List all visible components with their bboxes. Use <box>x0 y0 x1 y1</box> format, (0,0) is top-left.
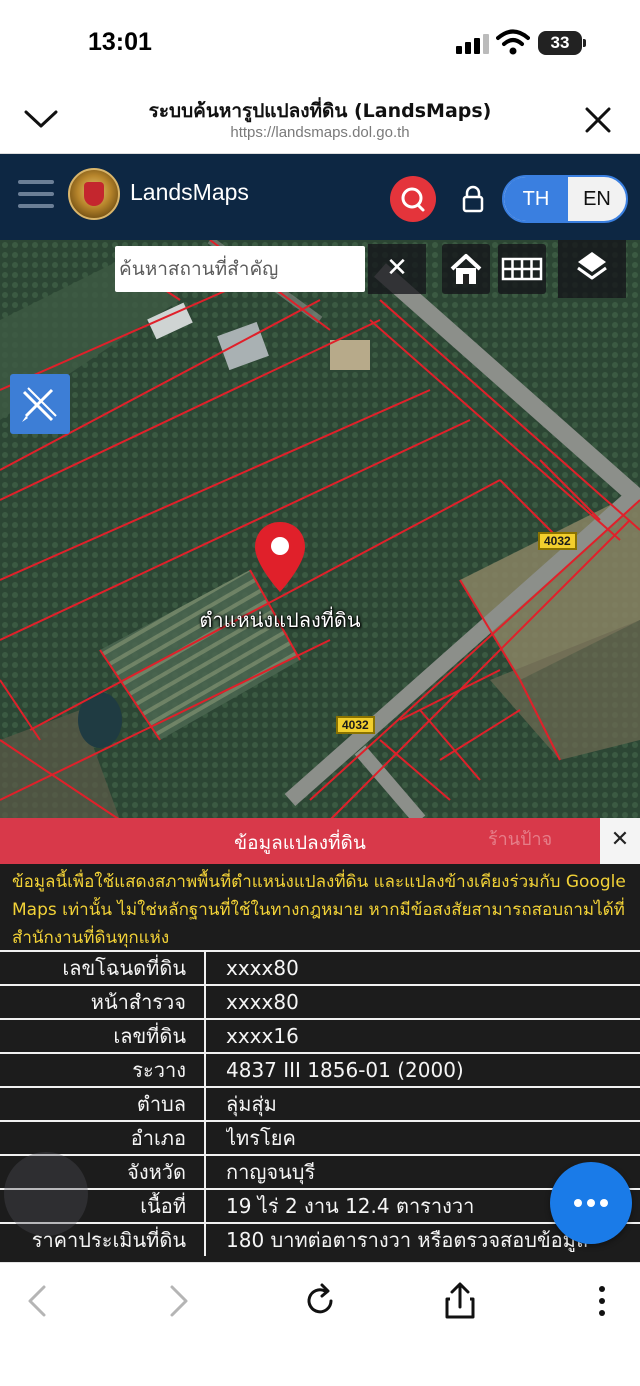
lang-th-option[interactable]: TH <box>504 177 568 221</box>
browser-header: ระบบค้นหารูปแปลงที่ดิน (LandsMaps) https… <box>0 84 640 154</box>
clear-search-button[interactable]: ✕ <box>368 244 426 294</box>
row-label: หน้าสำรวจ <box>0 986 206 1018</box>
app-header: LandsMaps TH EN <box>0 154 640 240</box>
lang-en-option[interactable]: EN <box>568 177 626 221</box>
browser-toolbar <box>0 1262 640 1386</box>
chevron-down-icon[interactable] <box>22 104 60 134</box>
screen: 13:01 33 ระบบค้นหารูปแปลงที่ดิน (LandsMa… <box>0 0 640 1386</box>
parcel-info-table: เลขโฉนดที่ดิน xxxx80 หน้าสำรวจ xxxx80 เล… <box>0 950 640 1262</box>
table-row: เลขที่ดิน xxxx16 <box>0 1018 640 1052</box>
close-icon[interactable] <box>580 102 616 138</box>
home-button[interactable] <box>442 244 490 294</box>
share-icon[interactable] <box>438 1279 482 1323</box>
faded-button <box>4 1152 88 1236</box>
row-value: xxxx16 <box>226 1024 299 1048</box>
page-url: https://landsmaps.dol.go.th <box>230 124 410 141</box>
satellite-map <box>0 240 640 820</box>
table-row: ราคาประเมินที่ดิน 180 บาทต่อตารางวา หรือ… <box>0 1222 640 1256</box>
language-toggle[interactable]: TH EN <box>502 175 628 223</box>
row-value: xxxx80 <box>226 956 299 980</box>
place-search-input[interactable] <box>119 252 359 286</box>
page-title: ระบบค้นหารูปแปลงที่ดิน (LandsMaps) <box>148 100 492 122</box>
layers-icon <box>577 252 607 280</box>
layers-button[interactable] <box>558 240 626 298</box>
back-icon[interactable] <box>16 1279 60 1323</box>
status-time: 13:01 <box>88 28 152 56</box>
lock-icon[interactable] <box>459 184 487 214</box>
forward-icon[interactable] <box>156 1279 200 1323</box>
signal-icon <box>456 32 490 54</box>
grid-button[interactable] <box>498 244 546 294</box>
pin-label: ตำแหน่งแปลงที่ดิน <box>199 608 361 632</box>
ellipsis-icon <box>574 1199 582 1207</box>
table-row: หน้าสำรวจ xxxx80 <box>0 984 640 1018</box>
battery-icon: 33 <box>538 31 582 55</box>
watermark: ร้านป้าจ <box>488 829 553 850</box>
table-row: เนื้อที่ 19 ไร่ 2 งาน 12.4 ตารางวา <box>0 1188 640 1222</box>
department-logo <box>68 168 120 220</box>
table-row: ตำบล ลุ่มสุ่ม <box>0 1086 640 1120</box>
table-row: เลขโฉนดที่ดิน xxxx80 <box>0 950 640 984</box>
row-value: ไทรโยค <box>226 1126 296 1150</box>
table-row: อำเภอ ไทรโยค <box>0 1120 640 1154</box>
search-icon <box>401 187 425 212</box>
brand-name: LandsMaps <box>130 179 249 205</box>
battery-tip <box>583 39 586 47</box>
disclaimer-notice: ข้อมูลนี้เพื่อใช้แสดงสภาพพื้นที่ตำแหน่งแ… <box>0 864 640 950</box>
more-options-button[interactable] <box>550 1162 632 1244</box>
place-search-box <box>115 246 365 292</box>
row-value: xxxx80 <box>226 990 299 1014</box>
row-label: ระวาง <box>0 1054 206 1086</box>
road-sign: 4032 <box>336 716 375 734</box>
grid-icon <box>501 257 543 281</box>
table-row: จังหวัด กาญจนบุรี <box>0 1154 640 1188</box>
map-view[interactable]: ✕ <box>0 240 640 820</box>
panel-close-button[interactable]: ✕ <box>600 818 640 864</box>
row-label: เลขโฉนดที่ดิน <box>0 952 206 984</box>
row-value: ลุ่มสุ่ม <box>226 1092 277 1116</box>
hamburger-icon[interactable] <box>18 180 54 210</box>
reload-icon[interactable] <box>298 1279 342 1323</box>
row-label: เลขที่ดิน <box>0 1020 206 1052</box>
road-sign: 4032 <box>538 532 577 550</box>
home-icon <box>450 254 482 284</box>
map-pin-icon[interactable] <box>252 520 308 596</box>
search-button[interactable] <box>390 176 436 222</box>
more-vertical-icon[interactable] <box>580 1279 624 1323</box>
row-label: ตำบล <box>0 1088 206 1120</box>
status-bar: 13:01 33 <box>0 0 640 84</box>
table-row: ระวาง 4837 III 1856-01 (2000) <box>0 1052 640 1086</box>
measure-tool-button[interactable] <box>10 374 70 434</box>
wifi-icon <box>496 29 530 55</box>
row-label: อำเภอ <box>0 1122 206 1154</box>
row-value: 4837 III 1856-01 (2000) <box>226 1058 464 1082</box>
ruler-pencil-icon <box>22 387 57 422</box>
